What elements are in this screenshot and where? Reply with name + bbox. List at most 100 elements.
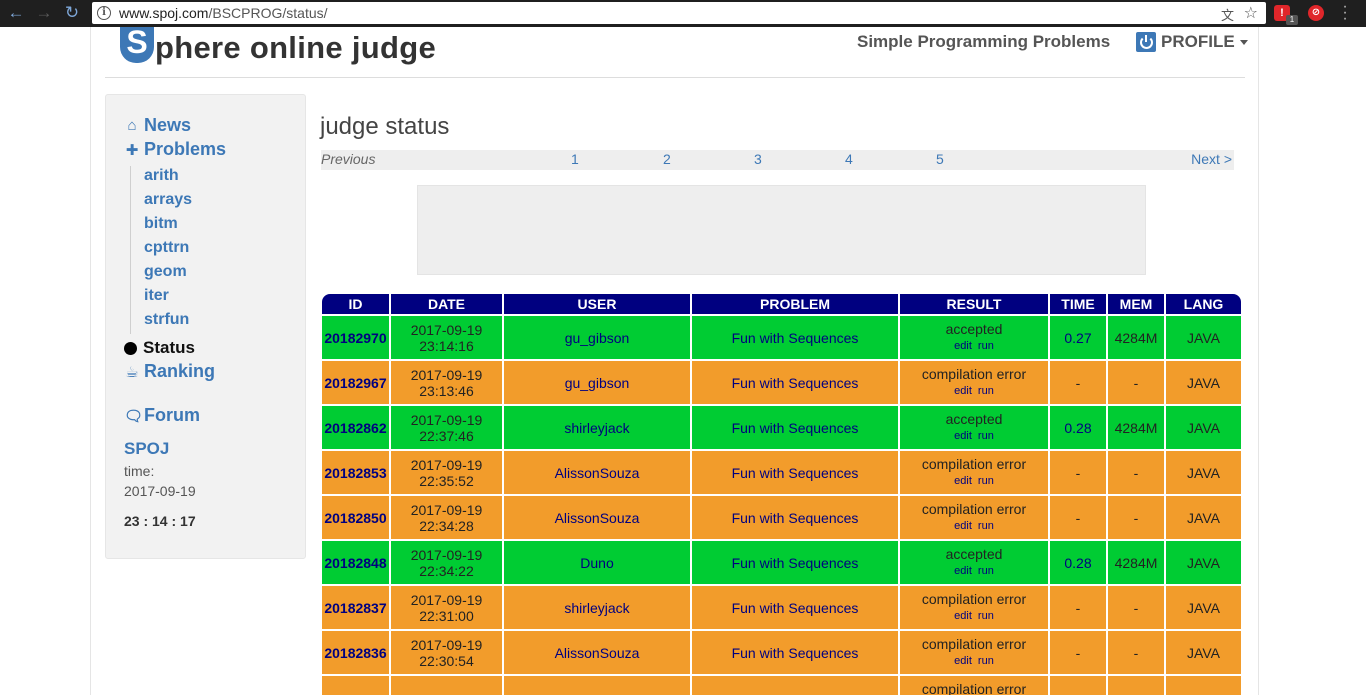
- logo-text: phere online judge: [155, 30, 436, 65]
- result-text: compilation error: [921, 680, 1027, 695]
- run-link[interactable]: run: [978, 385, 994, 397]
- url-text[interactable]: www.spoj.com/BSCPROG/status/: [119, 5, 328, 21]
- sidebar-item-status[interactable]: Status: [124, 338, 195, 358]
- site-logo[interactable]: S phere online judge: [120, 27, 436, 63]
- table-row: 20182862 2017-09-19 22:37:46 shirleyjack Fu…: [322, 406, 1241, 449]
- submission-date: 2017-09-19 22:37:46: [391, 406, 502, 449]
- sidebar-item-ranking[interactable]: ☕ Ranking: [124, 361, 215, 382]
- submission-problem[interactable]: Fun with Sequences: [692, 361, 898, 404]
- sidebar-sub-arrays[interactable]: arrays: [144, 191, 192, 209]
- submission-id[interactable]: 20182837: [322, 586, 389, 629]
- sidebar-sub-iter[interactable]: iter: [144, 287, 169, 305]
- submission-problem[interactable]: Fun with Sequences: [692, 496, 898, 539]
- run-link[interactable]: run: [978, 340, 994, 352]
- pager-next[interactable]: Next >: [1191, 151, 1232, 167]
- submission-id[interactable]: 20182850: [322, 496, 389, 539]
- submission-lang: [1166, 676, 1241, 695]
- submission-user[interactable]: AlissonSouza: [504, 631, 690, 674]
- submenu-guide-line: [130, 166, 131, 334]
- extension-badge: 1: [1286, 15, 1298, 25]
- sidebar-item-problems[interactable]: ✚ Problems: [124, 139, 226, 160]
- run-link[interactable]: run: [978, 475, 994, 487]
- run-link[interactable]: run: [978, 610, 994, 622]
- pager-page-3[interactable]: 3: [754, 151, 762, 167]
- submission-id[interactable]: 20182836: [322, 631, 389, 674]
- info-icon[interactable]: i: [97, 6, 111, 20]
- edit-link[interactable]: edit: [954, 340, 972, 352]
- pager-page-1[interactable]: 1: [571, 151, 579, 167]
- edit-link[interactable]: edit: [954, 520, 972, 532]
- col-header-date: DATE: [391, 294, 502, 314]
- submission-user[interactable]: [504, 676, 690, 695]
- submission-problem[interactable]: [692, 676, 898, 695]
- url-path: /BSCPROG/status/: [208, 5, 328, 21]
- pager-page-5[interactable]: 5: [936, 151, 944, 167]
- sidebar-sub-arith[interactable]: arith: [144, 167, 179, 185]
- url-host: www.spoj.com: [119, 5, 209, 21]
- submission-lang: JAVA: [1166, 361, 1241, 404]
- submission-problem[interactable]: Fun with Sequences: [692, 586, 898, 629]
- submission-user[interactable]: gu_gibson: [504, 316, 690, 359]
- submission-user[interactable]: gu_gibson: [504, 361, 690, 404]
- submission-id[interactable]: 20182967: [322, 361, 389, 404]
- submission-problem[interactable]: Fun with Sequences: [692, 451, 898, 494]
- sidebar-item-forum[interactable]: 🗨 Forum: [124, 405, 200, 426]
- result-text: accepted: [945, 320, 1003, 337]
- submission-id[interactable]: 20182853: [322, 451, 389, 494]
- submission-problem[interactable]: Fun with Sequences: [692, 406, 898, 449]
- run-link[interactable]: run: [978, 430, 994, 442]
- edit-link[interactable]: edit: [954, 385, 972, 397]
- pager-page-4[interactable]: 4: [845, 151, 853, 167]
- sidebar-item-label: Status: [143, 338, 195, 357]
- edit-link[interactable]: edit: [954, 430, 972, 442]
- edit-link[interactable]: edit: [954, 610, 972, 622]
- run-link[interactable]: run: [978, 655, 994, 667]
- submission-id[interactable]: 20182970: [322, 316, 389, 359]
- sidebar-sub-geom[interactable]: geom: [144, 263, 187, 281]
- run-link[interactable]: run: [978, 520, 994, 532]
- reload-icon[interactable]: ↻: [62, 3, 82, 23]
- result-links: edit run: [900, 519, 1048, 534]
- pager-page-2[interactable]: 2: [663, 151, 671, 167]
- profile-menu[interactable]: PROFILE: [1136, 32, 1248, 52]
- submission-problem[interactable]: Fun with Sequences: [692, 541, 898, 584]
- browser-menu-icon[interactable]: · · ·: [1342, 0, 1348, 27]
- run-link[interactable]: run: [978, 565, 994, 577]
- bookmark-star-icon[interactable]: ☆: [1244, 3, 1258, 23]
- submission-problem[interactable]: Fun with Sequences: [692, 316, 898, 359]
- edit-link[interactable]: edit: [954, 475, 972, 487]
- submission-id[interactable]: [322, 676, 389, 695]
- table-row: 20182837 2017-09-19 22:31:00 shirleyjack Fu…: [322, 586, 1241, 629]
- back-arrow-icon[interactable]: ←: [6, 3, 26, 23]
- submission-user[interactable]: shirleyjack: [504, 586, 690, 629]
- sidebar-sub-strfun[interactable]: strfun: [144, 311, 189, 329]
- submission-problem[interactable]: Fun with Sequences: [692, 631, 898, 674]
- sidebar-item-news[interactable]: ⌂ News: [124, 115, 191, 136]
- result-links: edit run: [900, 429, 1048, 444]
- submission-user[interactable]: Duno: [504, 541, 690, 584]
- address-bar[interactable]: i www.spoj.com/BSCPROG/status/ 文 ☆: [92, 2, 1266, 24]
- contest-title-link[interactable]: Simple Programming Problems: [857, 32, 1110, 52]
- forward-arrow-icon[interactable]: →: [34, 3, 54, 23]
- result-links: edit run: [900, 564, 1048, 579]
- power-icon: [1136, 32, 1156, 52]
- submission-date: 2017-09-19 22:31:00: [391, 586, 502, 629]
- col-header-user: USER: [504, 294, 690, 314]
- sidebar-sub-cpttrn[interactable]: cpttrn: [144, 239, 189, 257]
- extension-block-icon[interactable]: ⊘: [1308, 5, 1324, 21]
- pager-previous: Previous: [321, 151, 376, 167]
- submission-id[interactable]: 20182848: [322, 541, 389, 584]
- submission-date: 2017-09-19 22:35:52: [391, 451, 502, 494]
- translate-icon[interactable]: 文: [1221, 5, 1234, 24]
- submission-user[interactable]: shirleyjack: [504, 406, 690, 449]
- submission-user[interactable]: AlissonSouza: [504, 451, 690, 494]
- submission-user[interactable]: AlissonSouza: [504, 496, 690, 539]
- edit-link[interactable]: edit: [954, 565, 972, 577]
- sidebar-sub-bitm[interactable]: bitm: [144, 215, 178, 233]
- submission-result: accepted edit run: [900, 541, 1048, 584]
- submission-id[interactable]: 20182862: [322, 406, 389, 449]
- col-header-time: TIME: [1050, 294, 1106, 314]
- result-text: compilation error: [921, 365, 1027, 382]
- edit-link[interactable]: edit: [954, 655, 972, 667]
- trophy-icon: ☕: [125, 363, 139, 381]
